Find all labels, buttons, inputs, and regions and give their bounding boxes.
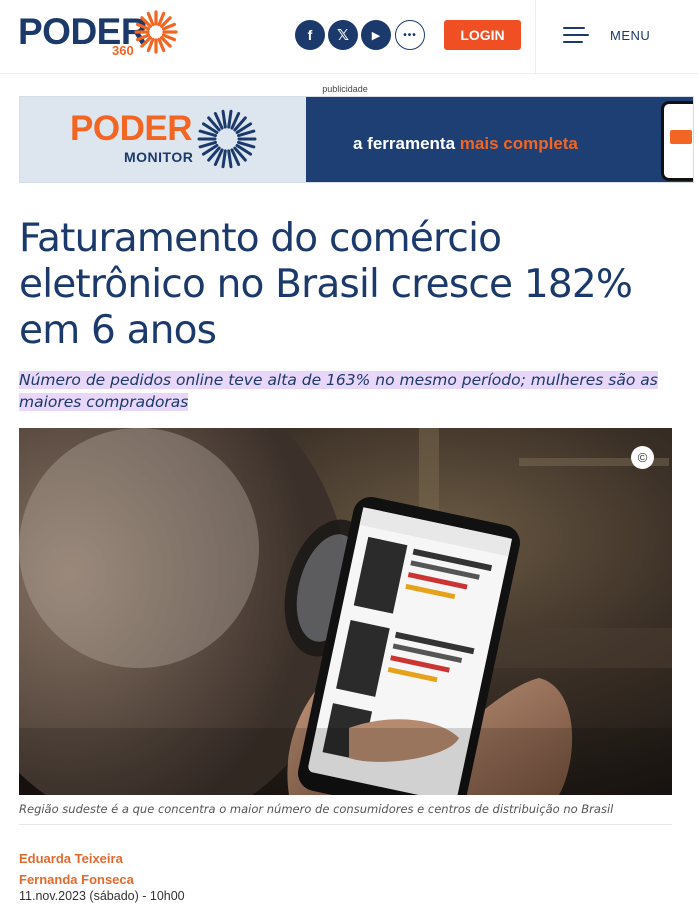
photo-illustration <box>19 428 672 795</box>
ad-right-panel: a ferramenta mais completa <box>306 97 693 182</box>
byline-divider <box>19 824 672 825</box>
login-button[interactable]: LOGIN <box>444 20 521 50</box>
ad-brand-top: PODER <box>70 109 192 148</box>
advertisement-banner[interactable]: PODER MONITOR a ferramenta mais completa <box>19 96 694 183</box>
monitor-burst-icon <box>197 109 257 169</box>
poder360-logo[interactable]: PODER 360 <box>18 10 183 60</box>
article-photo[interactable] <box>19 428 672 795</box>
publish-date: 11.nov.2023 (sábado) - 10h00 <box>19 889 185 903</box>
ad-brand-bottom: MONITOR <box>124 149 194 165</box>
site-header: PODER 360 f 𝕏 ▶ ••• LOGIN MENU <box>0 0 698 74</box>
article-subtitle: Número de pedidos online teve alta de 16… <box>19 369 679 413</box>
hamburger-menu-icon[interactable] <box>563 25 589 45</box>
x-twitter-icon[interactable]: 𝕏 <box>328 20 358 50</box>
sun-burst-icon <box>134 10 178 54</box>
author-link[interactable]: Fernanda Fonseca <box>19 872 134 887</box>
header-divider <box>535 0 536 74</box>
ad-label: publicidade <box>322 84 368 94</box>
author-link[interactable]: Eduarda Teixeira <box>19 851 123 866</box>
ad-left-panel: PODER MONITOR <box>20 97 306 182</box>
youtube-icon[interactable]: ▶ <box>361 20 391 50</box>
article-subtitle-text: Número de pedidos online teve alta de 16… <box>19 371 658 411</box>
menu-button-label[interactable]: MENU <box>610 28 650 43</box>
article-title: Faturamento do comércio eletrônico no Br… <box>19 216 633 353</box>
ad-tagline: a ferramenta mais completa <box>353 134 578 154</box>
ad-phone-illustration <box>661 101 693 181</box>
copyright-icon[interactable]: © <box>631 446 654 469</box>
ad-tagline-highlight: mais completa <box>459 134 578 153</box>
logo-number: 360 <box>112 43 134 58</box>
photo-caption: Região sudeste é a que concentra o maior… <box>19 802 614 816</box>
more-options-icon[interactable]: ••• <box>395 20 425 50</box>
facebook-icon[interactable]: f <box>295 20 325 50</box>
ad-tagline-start: a ferramenta <box>353 134 460 153</box>
